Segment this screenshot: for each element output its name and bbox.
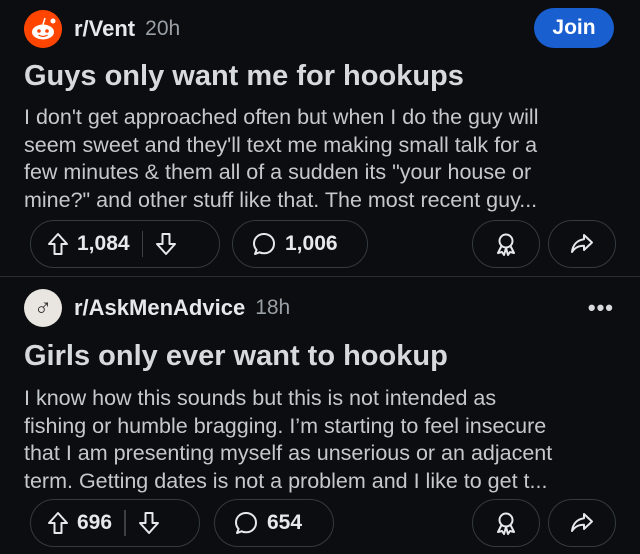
body-line: I don't get approached often but when I … <box>24 105 539 129</box>
share-icon <box>571 513 593 532</box>
award-icon <box>497 233 515 256</box>
vote-pill: 1,084 <box>30 220 220 268</box>
post-header: r/Vent 20h <box>24 10 180 48</box>
body-line: that I am presenting myself as unserious… <box>24 441 553 465</box>
vote-divider <box>124 510 126 536</box>
vote-divider <box>141 231 144 257</box>
comment-bubble-icon <box>235 512 257 534</box>
post-time: 20h <box>145 17 181 40</box>
post-time: 18h <box>255 296 291 319</box>
body-line: I know how this sounds but this is not i… <box>24 386 497 410</box>
post-body[interactable]: I know how this sounds but this is not i… <box>24 385 620 495</box>
post-body[interactable]: I don't get approached often but when I … <box>24 104 620 214</box>
body-line: seem sweet and they'll text me making sm… <box>24 132 538 157</box>
post-actions: 696 654 <box>0 499 640 549</box>
comments-button[interactable]: 1,006 <box>232 220 368 268</box>
comments-button[interactable]: 654 <box>214 499 334 547</box>
comment-count: 654 <box>267 511 303 534</box>
share-button[interactable] <box>548 220 616 268</box>
body-line: few minutes & them all of a sudden its "… <box>24 160 532 184</box>
body-line: fishing or humble bragging. I’m starting… <box>24 413 547 438</box>
subreddit-avatar-snoo-icon[interactable] <box>24 10 62 48</box>
subreddit-name[interactable]: r/AskMenAdvice <box>74 295 245 321</box>
award-icon <box>497 512 515 535</box>
upvote-icon[interactable] <box>47 511 69 535</box>
join-button[interactable]: Join <box>534 8 614 48</box>
share-icon <box>571 234 593 253</box>
share-button[interactable] <box>548 499 616 547</box>
post-header: ♂ r/AskMenAdvice 18h <box>24 289 290 327</box>
post-actions: 1,084 1,006 <box>0 220 640 270</box>
body-line: mine?" and other stuff like that. The mo… <box>24 187 538 212</box>
vote-pill: 696 <box>30 499 200 547</box>
comment-count: 1,006 <box>285 232 338 255</box>
subreddit-name[interactable]: r/Vent <box>74 16 135 42</box>
award-button[interactable] <box>472 499 540 547</box>
subreddit-avatar-male-symbol-icon[interactable]: ♂ <box>24 289 62 327</box>
comment-bubble-icon <box>253 233 275 255</box>
post-card[interactable]: r/Vent 20h Join Guys only want me for ho… <box>0 0 640 276</box>
post-title[interactable]: Guys only want me for hookups <box>24 60 464 93</box>
upvote-count: 696 <box>77 511 113 534</box>
post-card[interactable]: ♂ r/AskMenAdvice 18h ••• Girls only ever… <box>0 277 640 554</box>
post-title[interactable]: Girls only ever want to hookup <box>24 340 448 373</box>
downvote-icon[interactable] <box>138 511 160 535</box>
award-button[interactable] <box>472 220 540 268</box>
more-options-icon[interactable]: ••• <box>588 295 614 321</box>
downvote-icon[interactable] <box>155 232 177 256</box>
male-symbol-icon: ♂ <box>34 294 52 321</box>
body-line: term. Getting dates is not a problem and… <box>24 468 548 493</box>
upvote-icon[interactable] <box>47 232 69 256</box>
upvote-count: 1,084 <box>77 232 130 255</box>
